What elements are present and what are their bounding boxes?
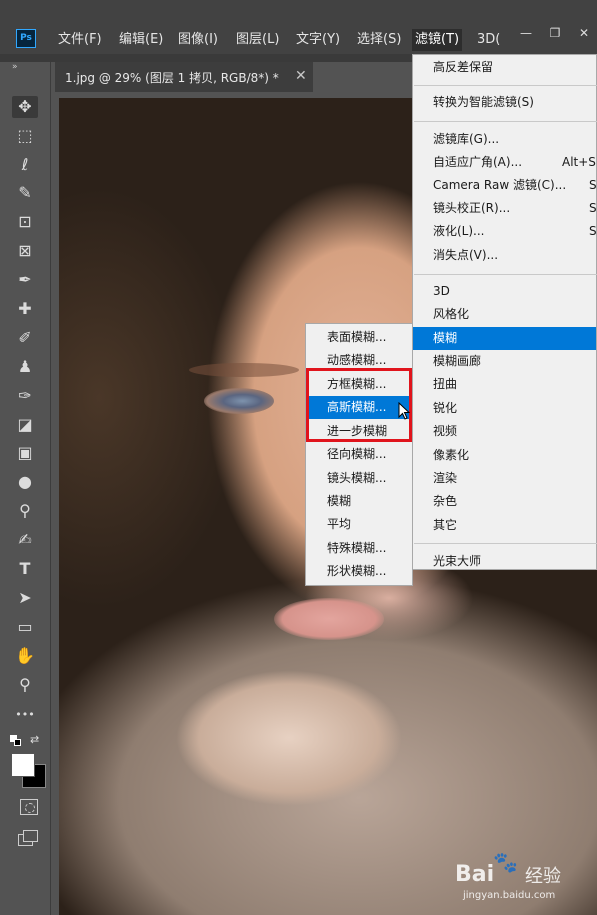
- path-selection-tool-icon[interactable]: ➤: [12, 587, 38, 609]
- menu-file[interactable]: 文件(F): [55, 29, 105, 51]
- paw-logo-icon: 🐾: [493, 850, 518, 874]
- rectangle-tool-icon[interactable]: ▭: [12, 616, 38, 638]
- filter-menu-item[interactable]: 风格化: [413, 303, 596, 326]
- menu-select[interactable]: 选择(S): [354, 29, 404, 51]
- filter-menu-item[interactable]: 像素化: [413, 444, 596, 467]
- gradient-tool-icon[interactable]: ▣: [12, 442, 38, 464]
- blur-submenu-item[interactable]: 特殊模糊...: [306, 537, 412, 560]
- photo-eyebrow: [189, 363, 299, 377]
- more-tools-icon[interactable]: •••: [12, 704, 38, 726]
- blur-submenu-item[interactable]: 镜头模糊...: [306, 467, 412, 490]
- photo-eye: [204, 388, 274, 414]
- blur-submenu: 表面模糊... 动感模糊... 方框模糊... 高斯模糊... 进一步模糊 径向…: [305, 323, 413, 586]
- blur-submenu-item[interactable]: 模糊: [306, 490, 412, 513]
- menu-layer[interactable]: 图层(L): [233, 29, 282, 51]
- eraser-tool-icon[interactable]: ◪: [12, 414, 38, 436]
- lasso-tool-icon[interactable]: ℓ: [12, 154, 38, 176]
- menu-divider: [414, 121, 597, 122]
- filter-menu-item[interactable]: 液化(L)... S: [413, 220, 597, 243]
- filter-menu-item[interactable]: 其它: [413, 514, 596, 537]
- screen-mode-icon[interactable]: [18, 830, 38, 846]
- quick-selection-tool-icon[interactable]: ✎: [12, 182, 38, 204]
- menu-image[interactable]: 图像(I): [175, 29, 221, 51]
- filter-menu-item[interactable]: 3D: [413, 280, 596, 303]
- filter-menu-item[interactable]: 光束大师: [413, 550, 596, 573]
- eyedropper-tool-icon[interactable]: ✒: [12, 269, 38, 291]
- move-tool-icon[interactable]: ✥: [12, 96, 38, 118]
- blur-submenu-item[interactable]: 表面模糊...: [306, 326, 412, 349]
- close-window-button[interactable]: ✕: [570, 22, 597, 44]
- history-brush-tool-icon[interactable]: ✑: [12, 385, 38, 407]
- blur-tool-icon[interactable]: ●: [12, 471, 38, 493]
- marquee-tool-icon[interactable]: ⬚: [12, 125, 38, 147]
- clone-stamp-tool-icon[interactable]: ♟: [12, 356, 38, 378]
- baidu-jingyan-watermark: Bai 🐾 经验 jingyan.baidu.com: [455, 850, 590, 910]
- watermark-brand: Bai: [455, 862, 495, 887]
- photo-lips: [274, 598, 384, 640]
- watermark-jingyan: 经验: [525, 866, 561, 887]
- blur-submenu-item[interactable]: 径向模糊...: [306, 443, 412, 466]
- filter-menu-item[interactable]: 渲染: [413, 467, 596, 490]
- filter-menu: 高反差保留 转换为智能滤镜(S) 滤镜库(G)... 自适应广角(A)... Al…: [412, 54, 597, 570]
- menu-divider: [414, 274, 597, 275]
- foreground-color-swatch[interactable]: [11, 753, 35, 777]
- hand-tool-icon[interactable]: ✋: [12, 645, 38, 667]
- highlight-annotation-box: [306, 368, 412, 442]
- menu-divider: [414, 85, 597, 86]
- menu-divider: [414, 543, 597, 544]
- document-tab-title: 1.jpg @ 29% (图层 1 拷贝, RGB/8*) *: [65, 71, 279, 85]
- dodge-tool-icon[interactable]: ⚲: [12, 500, 38, 522]
- default-colors-icon[interactable]: [10, 735, 22, 747]
- filter-menu-item[interactable]: 杂色: [413, 490, 596, 513]
- document-tab[interactable]: 1.jpg @ 29% (图层 1 拷贝, RGB/8*) * ✕: [55, 62, 313, 92]
- collapse-toolbar-icon[interactable]: »: [12, 62, 18, 72]
- menu-type[interactable]: 文字(Y): [293, 29, 343, 51]
- filter-menu-item-blur[interactable]: 模糊: [413, 327, 596, 350]
- menu-edit[interactable]: 编辑(E): [116, 29, 166, 51]
- type-tool-icon[interactable]: T: [12, 558, 38, 580]
- filter-menu-item[interactable]: 模糊画廊: [413, 350, 596, 373]
- menu-3d[interactable]: 3D(: [474, 29, 503, 51]
- minimize-button[interactable]: —: [512, 22, 540, 44]
- swap-colors-icon[interactable]: ⇄: [30, 733, 39, 746]
- filter-menu-item[interactable]: 镜头校正(R)... S: [413, 197, 597, 220]
- restore-button[interactable]: ❐: [541, 22, 569, 44]
- quick-mask-icon[interactable]: [20, 799, 38, 815]
- zoom-tool-icon[interactable]: ⚲: [12, 674, 38, 696]
- brush-tool-icon[interactable]: ✐: [12, 327, 38, 349]
- filter-menu-item[interactable]: Camera Raw 滤镜(C)... S: [413, 174, 597, 197]
- healing-brush-tool-icon[interactable]: ✚: [12, 298, 38, 320]
- photoshop-logo-icon: Ps: [16, 29, 36, 48]
- close-icon[interactable]: ✕: [295, 68, 307, 84]
- crop-tool-icon[interactable]: ⊡: [12, 211, 38, 233]
- menu-bar: Ps 文件(F) 编辑(E) 图像(I) 图层(L) 文字(Y) 选择(S) 滤…: [0, 0, 597, 54]
- pen-tool-icon[interactable]: ✍: [12, 529, 38, 551]
- filter-menu-item[interactable]: 锐化: [413, 397, 596, 420]
- frame-tool-icon[interactable]: ⊠: [12, 240, 38, 262]
- watermark-url: jingyan.baidu.com: [463, 890, 556, 901]
- tools-panel: » ✥ ⬚ ℓ ✎ ⊡ ⊠ ✒ ✚ ✐ ♟ ✑ ◪ ▣ ● ⚲ ✍ T ➤ ▭ …: [0, 62, 51, 915]
- mouse-pointer-icon: [398, 402, 410, 420]
- filter-menu-item[interactable]: 滤镜库(G)...: [413, 128, 596, 151]
- filter-menu-item[interactable]: 消失点(V)...: [413, 244, 596, 267]
- filter-menu-item[interactable]: 扭曲: [413, 373, 596, 396]
- blur-submenu-item[interactable]: 形状模糊...: [306, 560, 412, 583]
- filter-menu-item[interactable]: 视频: [413, 420, 596, 443]
- menu-filter[interactable]: 滤镜(T): [412, 29, 463, 51]
- filter-menu-item[interactable]: 转换为智能滤镜(S): [413, 91, 596, 114]
- filter-menu-item[interactable]: 自适应广角(A)... Alt+S: [413, 151, 596, 174]
- filter-menu-item[interactable]: 高反差保留: [413, 56, 596, 79]
- blur-submenu-item[interactable]: 平均: [306, 513, 412, 536]
